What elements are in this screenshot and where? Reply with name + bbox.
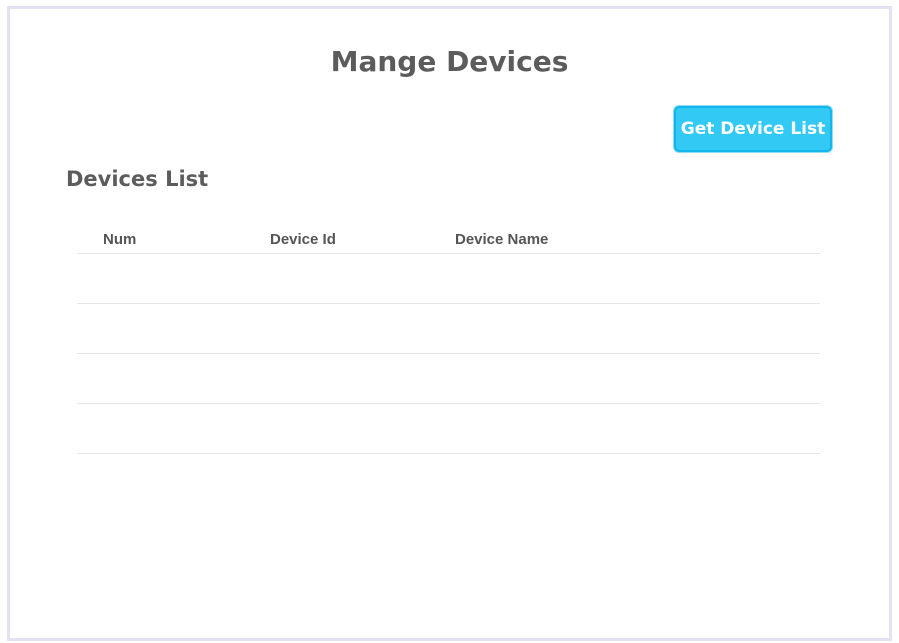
table-row [77,404,820,454]
column-header-device-name: Device Name [455,231,549,248]
table-row [77,354,820,404]
devices-list-title: Devices List [66,167,209,191]
column-header-device-id: Device Id [270,231,336,248]
table-row [77,304,820,354]
page-title: Mange Devices [330,45,569,78]
table-row [77,254,820,304]
get-device-list-button[interactable]: Get Device List [674,106,832,152]
column-header-num: Num [103,231,137,248]
table-header: Num Device Id Device Name [77,222,820,254]
page-frame: Mange Devices Get Device List Devices Li… [7,6,892,641]
devices-table: Num Device Id Device Name [77,222,820,454]
